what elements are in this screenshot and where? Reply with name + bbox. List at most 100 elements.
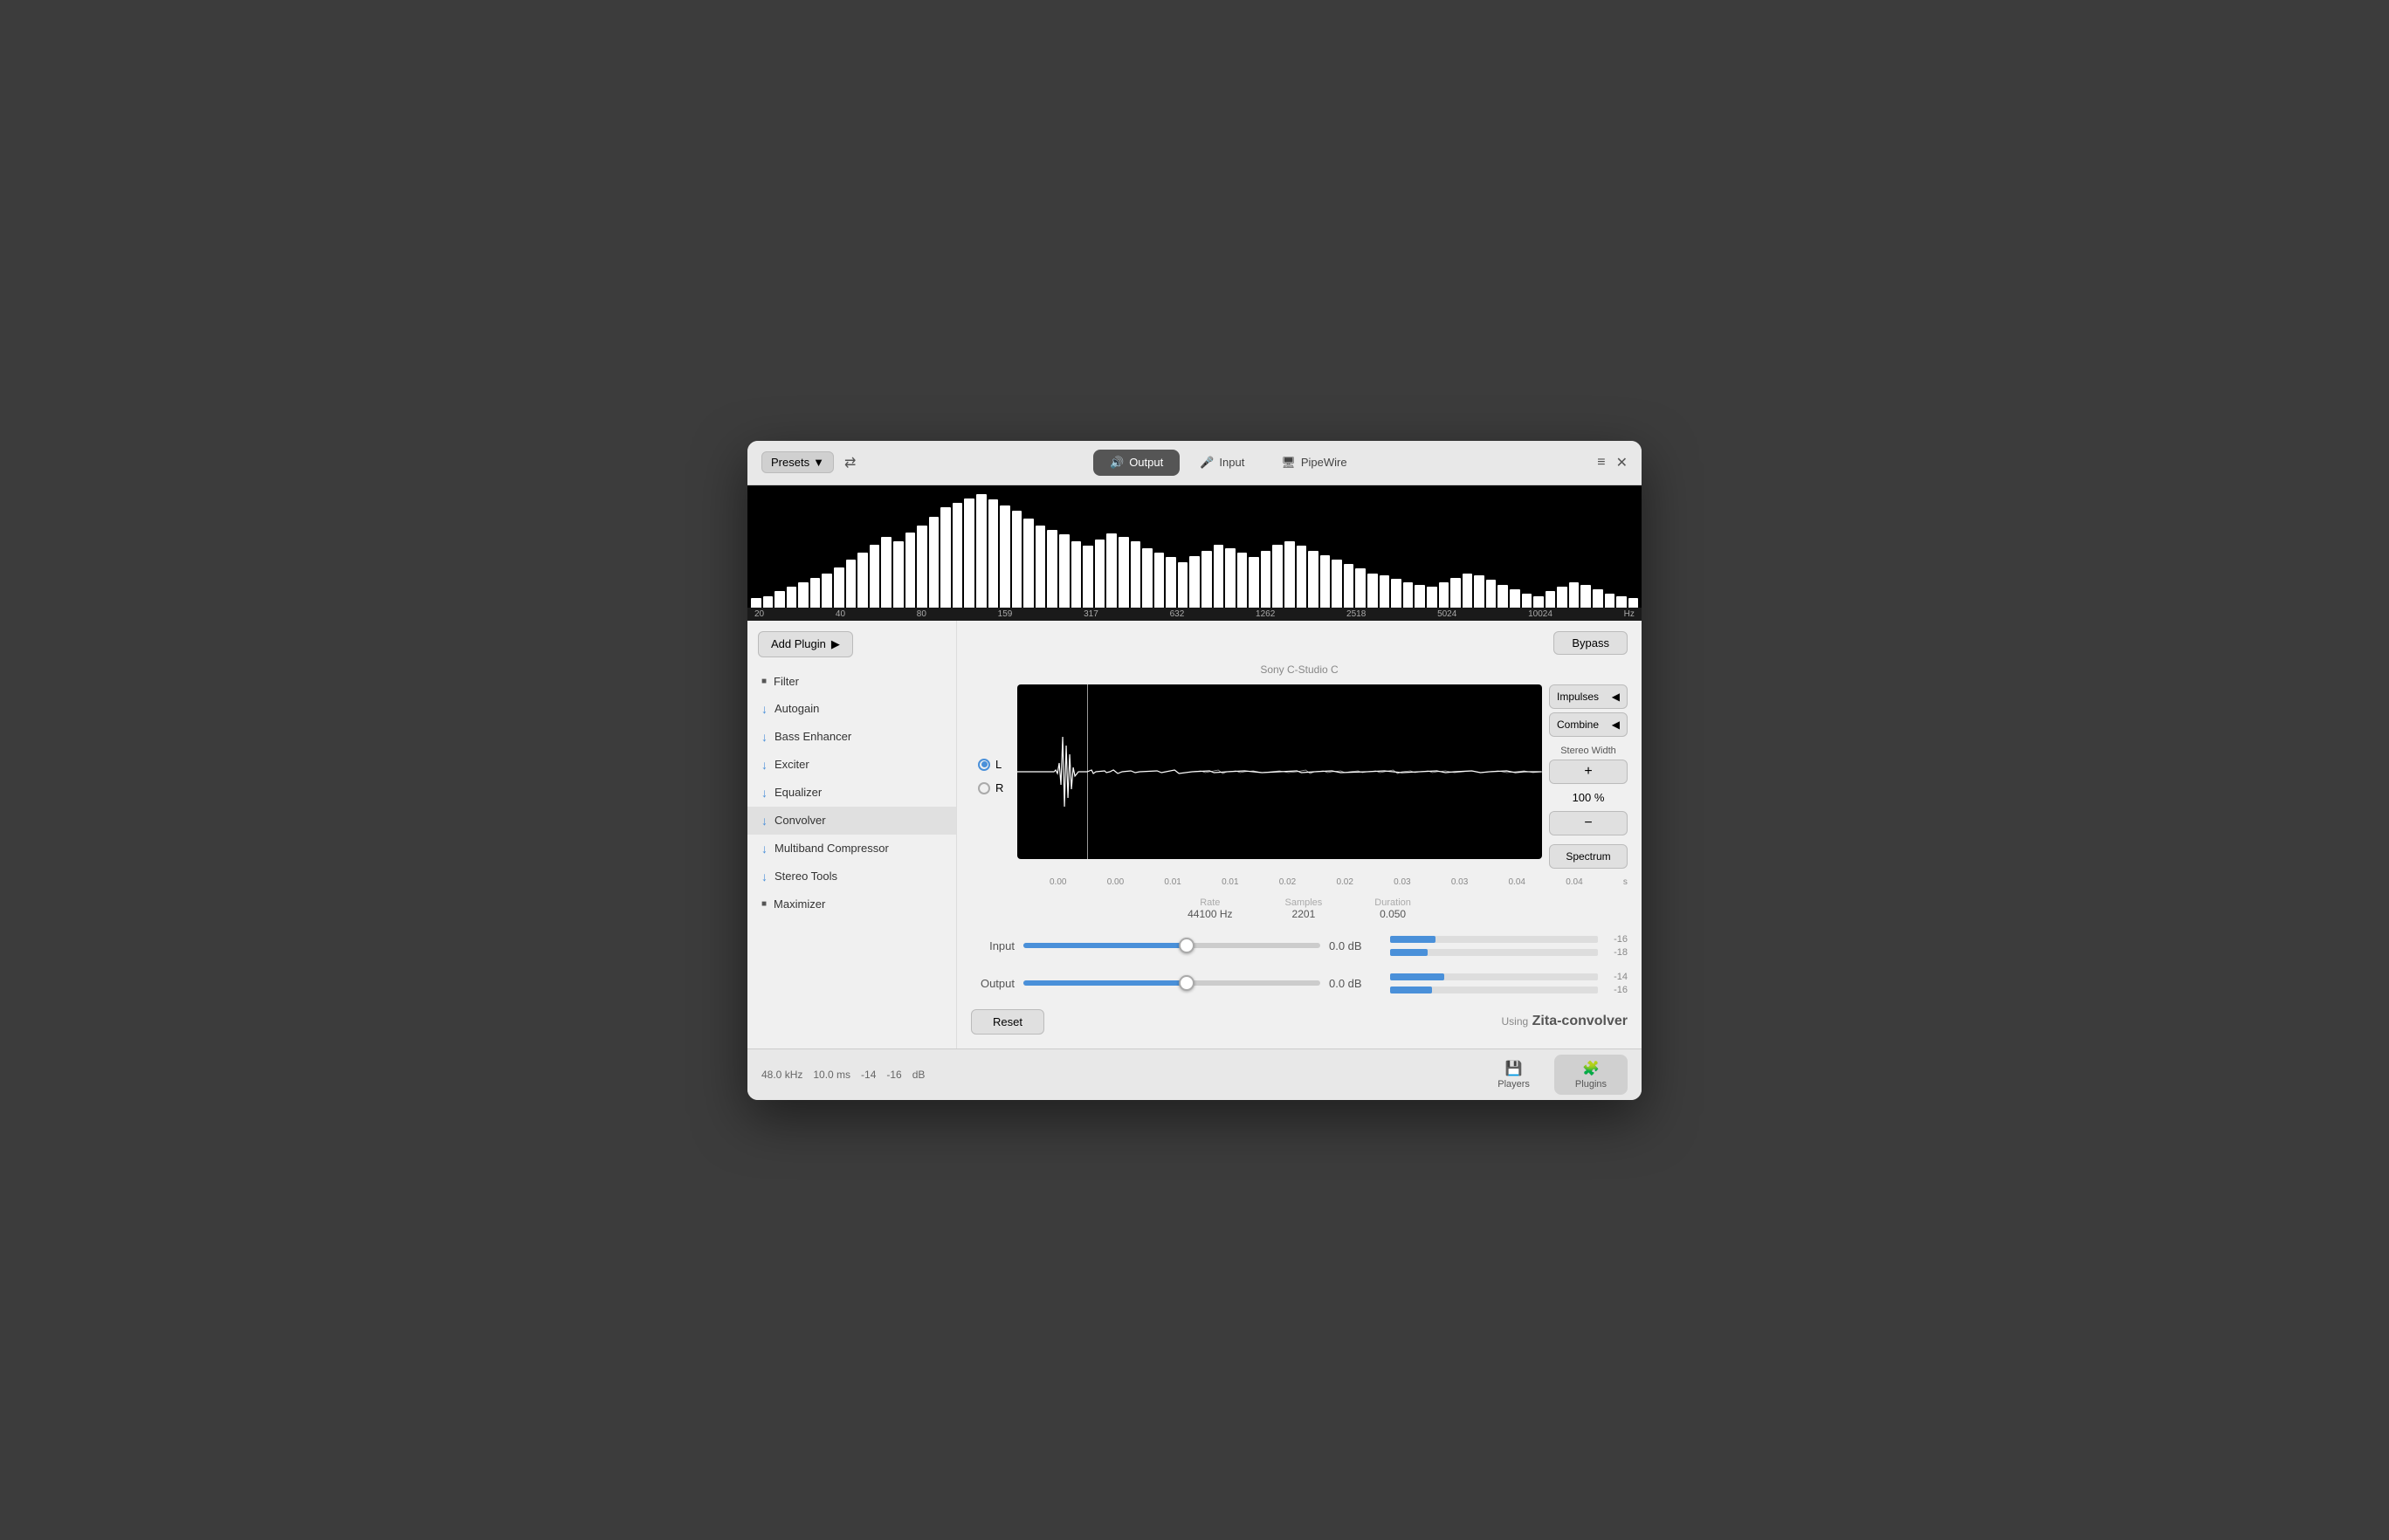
reset-button[interactable]: Reset xyxy=(971,1009,1044,1035)
t7: 0.03 xyxy=(1451,877,1468,887)
close-button[interactable]: ✕ xyxy=(1616,454,1628,471)
bottom-bar: 48.0 kHz 10.0 ms -14 -16 dB 💾 Players 🧩 … xyxy=(747,1048,1642,1100)
spectrum-bar xyxy=(1083,546,1093,607)
duration-value: 0.050 xyxy=(1374,908,1411,920)
spectrum-bar xyxy=(917,526,927,608)
spectrum-bar xyxy=(1450,578,1461,608)
stat-rate: Rate 44100 Hz xyxy=(1188,897,1232,920)
combine-button[interactable]: Combine ◀ xyxy=(1549,712,1628,737)
sidebar-item-label: Filter xyxy=(774,675,799,688)
reset-label: Reset xyxy=(993,1015,1022,1028)
spectrum-bar xyxy=(1131,541,1141,607)
shuffle-button[interactable]: ⇄ xyxy=(841,450,859,475)
channel-select: L R xyxy=(971,684,1010,869)
sidebar-item-convolver[interactable]: ↓ Convolver xyxy=(747,807,956,835)
plugin-subtitle: Sony C-Studio C xyxy=(971,663,1628,676)
spectrum-bar xyxy=(1201,551,1212,608)
output-value: 0.0 dB xyxy=(1329,977,1381,990)
sidebar: Add Plugin ▶ ■ Filter ↓ Autogain ↓ Bass … xyxy=(747,621,957,1048)
plugins-icon: 🧩 xyxy=(1582,1060,1600,1077)
output-slider-thumb xyxy=(1179,975,1194,991)
spectrum-bar xyxy=(1510,589,1520,608)
input-value: 0.0 dB xyxy=(1329,939,1381,952)
stat-db1: -14 xyxy=(861,1069,876,1081)
spectrum-bar xyxy=(953,503,963,608)
sidebar-item-label: Bass Enhancer xyxy=(775,730,851,743)
spectrum-bar xyxy=(846,560,857,608)
sidebar-item-stereo-tools[interactable]: ↓ Stereo Tools xyxy=(747,863,956,890)
sidebar-item-autogain[interactable]: ↓ Autogain xyxy=(747,695,956,723)
presets-button[interactable]: Presets ▼ xyxy=(761,451,834,473)
spectrum-bar xyxy=(1546,591,1556,607)
spectrum-label: Spectrum xyxy=(1566,850,1610,863)
channel-L-radio[interactable]: L xyxy=(978,758,1003,771)
menu-button[interactable]: ≡ xyxy=(1597,454,1605,471)
stereo-width-plus[interactable]: + xyxy=(1549,760,1628,784)
spectrum-bar xyxy=(1000,505,1010,608)
stat-ms: 10.0 ms xyxy=(813,1069,850,1081)
t6: 0.03 xyxy=(1394,877,1410,887)
add-plugin-label: Add Plugin xyxy=(771,637,826,650)
sidebar-item-equalizer[interactable]: ↓ Equalizer xyxy=(747,779,956,807)
t0: 0.00 xyxy=(1050,877,1066,887)
spectrum-bar xyxy=(1095,540,1105,608)
sidebar-item-exciter[interactable]: ↓ Exciter xyxy=(747,751,956,779)
output-vu-top-track xyxy=(1390,973,1598,980)
input-slider-row: Input 0.0 dB -16 xyxy=(971,931,1628,961)
output-icon: 🔊 xyxy=(1110,456,1124,470)
freq-1262: 1262 xyxy=(1256,609,1275,619)
spectrum-bar xyxy=(1569,582,1580,608)
sidebar-item-label: Convolver xyxy=(775,814,826,827)
pipewire-icon: 🖥 xyxy=(1281,456,1296,470)
sidebar-item-maximizer[interactable]: ■ Maximizer xyxy=(747,890,956,918)
tab-pipewire[interactable]: 🖥 PipeWire xyxy=(1264,450,1363,476)
sidebar-item-label: Exciter xyxy=(775,758,809,771)
spectrum-bar xyxy=(810,578,821,608)
freq-80: 80 xyxy=(917,609,926,619)
output-vu-section: -14 -16 xyxy=(1390,972,1628,995)
channel-L-circle xyxy=(978,759,990,771)
stat-khz: 48.0 kHz xyxy=(761,1069,802,1081)
output-vu-top-fill xyxy=(1390,973,1444,980)
input-vu-top: -16 xyxy=(1390,934,1628,945)
close-icon: ✕ xyxy=(1616,456,1628,471)
spectrum-bar xyxy=(940,507,951,607)
tab-output-label: Output xyxy=(1129,456,1163,469)
add-plugin-button[interactable]: Add Plugin ▶ xyxy=(758,631,853,657)
input-icon: 🎤 xyxy=(1200,456,1214,470)
sidebar-item-multiband-compressor[interactable]: ↓ Multiband Compressor xyxy=(747,835,956,863)
spectrum-visualizer xyxy=(747,485,1642,608)
spectrum-bar xyxy=(787,587,797,607)
sidebar-item-filter[interactable]: ■ Filter xyxy=(747,668,956,695)
using-value: Zita-convolver xyxy=(1532,1014,1628,1028)
sidebar-item-label: Stereo Tools xyxy=(775,870,837,883)
tab-input-label: Input xyxy=(1219,456,1244,469)
bypass-button[interactable]: Bypass xyxy=(1553,631,1628,655)
tab-plugins[interactable]: 🧩 Plugins xyxy=(1554,1055,1628,1095)
channel-R-radio[interactable]: R xyxy=(978,781,1003,794)
sidebar-item-bass-enhancer[interactable]: ↓ Bass Enhancer xyxy=(747,723,956,751)
tab-players[interactable]: 💾 Players xyxy=(1477,1055,1551,1095)
t1: 0.00 xyxy=(1107,877,1124,887)
output-slider-track[interactable] xyxy=(1023,980,1320,986)
input-slider-fill xyxy=(1023,943,1187,948)
stereo-width-minus[interactable]: − xyxy=(1549,811,1628,835)
output-vu-top-db: -14 xyxy=(1603,972,1628,982)
input-slider-track[interactable] xyxy=(1023,943,1320,948)
tab-output[interactable]: 🔊 Output xyxy=(1093,450,1180,476)
spectrum-bar xyxy=(1071,541,1082,607)
spectrum-button[interactable]: Spectrum xyxy=(1549,844,1628,869)
bottom-tabs: 💾 Players 🧩 Plugins xyxy=(1477,1055,1628,1095)
freq-632: 632 xyxy=(1170,609,1185,619)
input-vu-bot-db: -18 xyxy=(1603,947,1628,958)
equalizer-icon: ↓ xyxy=(761,786,768,800)
impulses-button[interactable]: Impulses ◀ xyxy=(1549,684,1628,709)
tab-input[interactable]: 🎤 Input xyxy=(1183,450,1261,476)
spectrum-bar xyxy=(1261,551,1271,608)
stereo-tools-icon: ↓ xyxy=(761,870,768,883)
spectrum-bar xyxy=(1415,585,1425,608)
spectrum-bar xyxy=(1284,541,1295,607)
spectrum-bar xyxy=(905,533,916,608)
spectrum-bar xyxy=(1557,587,1567,607)
spectrum-bar xyxy=(1036,526,1046,608)
